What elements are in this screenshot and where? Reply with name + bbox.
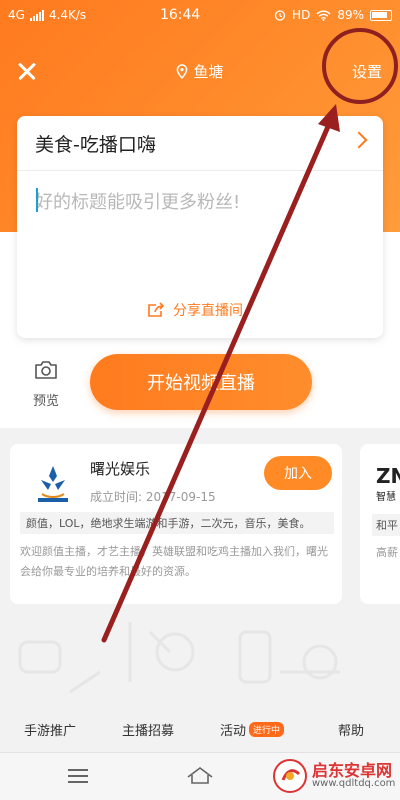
location-label: 鱼塘 — [193, 63, 224, 81]
join-button[interactable]: 加入 — [264, 456, 332, 490]
network-type: 4G — [8, 8, 25, 22]
status-badge: 进行中 — [249, 722, 285, 737]
live-setup-card: 美食-吃播口嗨 好的标题能吸引更多粉丝! 分享直播间 — [17, 116, 383, 338]
network-speed: 4.4K/s — [48, 8, 87, 22]
hd-indicator: HD — [292, 8, 311, 22]
watermark-url: www.qdltdq.com — [312, 778, 396, 789]
tab-activities[interactable]: 活动 进行中 — [220, 720, 285, 739]
guild-card-partial[interactable]: ZN 智慧 和平 高薪 — [360, 444, 400, 604]
battery-icon — [369, 9, 392, 21]
divider — [17, 170, 383, 171]
tab-game-promotion[interactable]: 手游推广 — [24, 720, 76, 739]
start-live-button[interactable]: 开始视频直播 — [90, 354, 312, 410]
guild-card[interactable]: 曙光娱乐 成立时间: 2017-09-15 加入 颜值，LOL，绝地求生端游和手… — [10, 444, 342, 604]
camera-icon — [35, 361, 57, 379]
category-selector[interactable]: 美食-吃播口嗨 — [35, 130, 156, 157]
annotation-circle — [322, 28, 398, 104]
clock: 16:44 — [159, 7, 201, 23]
preview-button[interactable]: 预览 — [28, 360, 64, 409]
guild-tags: 和平 — [372, 514, 400, 536]
tab-label: 主播招募 — [122, 724, 175, 739]
menu-icon[interactable] — [68, 769, 88, 783]
guild-founded: 成立时间: 2017-09-15 — [90, 490, 216, 504]
status-bar: 4G 4.4K/s 16:44 HD 89% — [0, 0, 400, 30]
watermark-logo-icon — [273, 759, 307, 793]
share-icon — [148, 302, 165, 317]
battery-percent: 89% — [337, 8, 364, 22]
tab-label: 帮助 — [338, 724, 365, 739]
guild-description: 高薪 — [376, 546, 398, 559]
watermark: 启东安卓网 www.qdltdq.com — [272, 756, 398, 796]
tab-label: 手游推广 — [24, 724, 77, 739]
guild-description: 欢迎颜值主播，才艺主播，英雄联盟和吃鸡主播加入我们，曙光会给你最专业的培养和最好… — [20, 545, 328, 578]
guild-logo — [38, 466, 68, 502]
preview-label: 预览 — [32, 394, 59, 409]
guild-logo-subtext: 智慧 — [376, 492, 396, 503]
chevron-right-icon[interactable] — [350, 131, 368, 149]
tab-streamer-recruit[interactable]: 主播招募 — [122, 720, 174, 739]
title-input[interactable]: 好的标题能吸引更多粉丝! — [35, 188, 240, 214]
decorative-doodles — [18, 622, 340, 694]
wifi-icon — [316, 10, 331, 21]
bottom-tabs: 手游推广 主播招募 活动 进行中 帮助 — [0, 708, 400, 748]
tab-help[interactable]: 帮助 — [338, 720, 364, 739]
text-cursor — [36, 188, 38, 212]
signal-icon — [29, 9, 44, 21]
share-label: 分享直播间 — [173, 303, 243, 319]
location-pin-icon — [177, 64, 188, 79]
share-room-button[interactable]: 分享直播间 — [147, 300, 243, 320]
tab-label: 活动 — [220, 724, 247, 739]
home-icon[interactable] — [186, 765, 214, 785]
alarm-icon — [274, 10, 286, 21]
guild-tags: 颜值，LOL，绝地求生端游和手游，二次元，音乐，美食。 — [20, 512, 334, 534]
guild-logo-text: ZN — [376, 464, 400, 488]
guild-name: 曙光娱乐 — [90, 460, 151, 478]
